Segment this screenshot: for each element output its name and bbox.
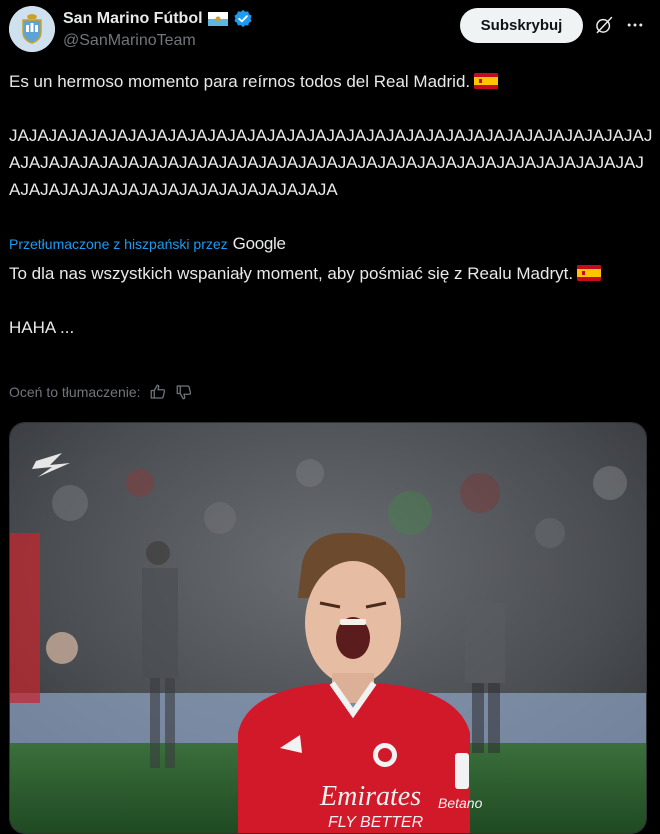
thumbs-down-icon[interactable] [175,383,193,401]
grok-icon[interactable] [594,15,614,35]
thumbs-up-icon[interactable] [149,383,167,401]
flag-spain-icon [577,265,602,281]
verified-badge-icon [234,9,252,28]
translated-text: To dla nas wszystkich wspaniały moment, … [9,260,649,341]
translation-line-text: To dla nas wszystkich wspaniały moment, … [9,264,574,283]
rate-translation: Oceń to tłumaczenie: [9,383,193,401]
shirt-sponsor: Emirates [319,781,421,812]
user-handle[interactable]: @SanMarinoTeam [63,32,196,50]
flag-spain-icon [474,73,499,89]
translation-haha: HAHA ... [9,318,75,337]
tweet-text: Es un hermoso momento para reírnos todos… [9,68,654,203]
translation-prefix: Przetłumaczone z hiszpański przez [9,236,228,252]
subscribe-button[interactable]: Subskrybuj [460,8,583,43]
avatar[interactable] [9,6,55,52]
tweet-line: Es un hermoso momento para reírnos todos… [9,68,654,95]
san-marino-crest-icon [9,6,55,52]
rate-label: Oceń to tłumaczenie: [9,384,141,400]
tweet-header: San Marino Fútbol @SanMarinoTeam Subskry… [0,0,660,60]
shirt-sponsor-sub: FLY BETTER [328,814,424,831]
tweet-line-text: Es un hermoso momento para reírnos todos… [9,72,471,91]
tweet-photo[interactable]: Emirates FLY BETTER Betano [9,422,647,834]
display-name[interactable]: San Marino Fútbol [63,10,203,28]
tweet-laugh-text: JAJAJAJAJAJAJAJAJAJAJAJAJAJAJAJAJAJAJAJA… [9,126,653,199]
google-logo: Google [232,234,286,253]
translation-attribution[interactable]: Przetłumaczone z hiszpański przez Google [9,234,286,254]
translation-line: To dla nas wszystkich wspaniały moment, … [9,260,649,287]
more-icon[interactable] [625,15,645,35]
football-player-photo: Emirates FLY BETTER Betano [10,423,646,833]
name-row: San Marino Fútbol [63,9,253,29]
sleeve-text: Betano [438,795,483,811]
flag-san-marino-icon [207,12,228,26]
